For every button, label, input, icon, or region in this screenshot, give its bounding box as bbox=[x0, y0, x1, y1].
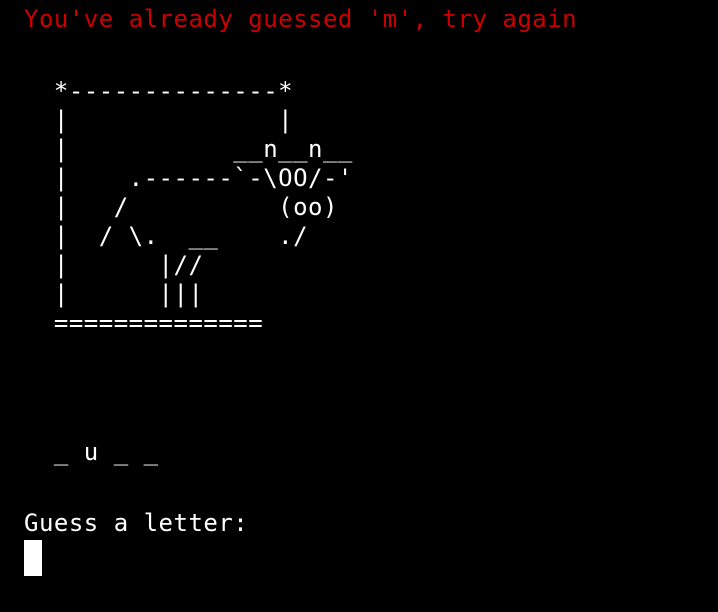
input-prompt: Guess a letter: bbox=[24, 509, 249, 537]
terminal-window: You've already guessed 'm', try again *-… bbox=[0, 0, 718, 612]
text-cursor[interactable] bbox=[24, 540, 42, 576]
word-display: _ u _ _ bbox=[24, 438, 159, 466]
hangman-ascii-art: *--------------* | | | __n__n__ | .-----… bbox=[53, 77, 353, 337]
error-message: You've already guessed 'm', try again bbox=[24, 5, 578, 33]
